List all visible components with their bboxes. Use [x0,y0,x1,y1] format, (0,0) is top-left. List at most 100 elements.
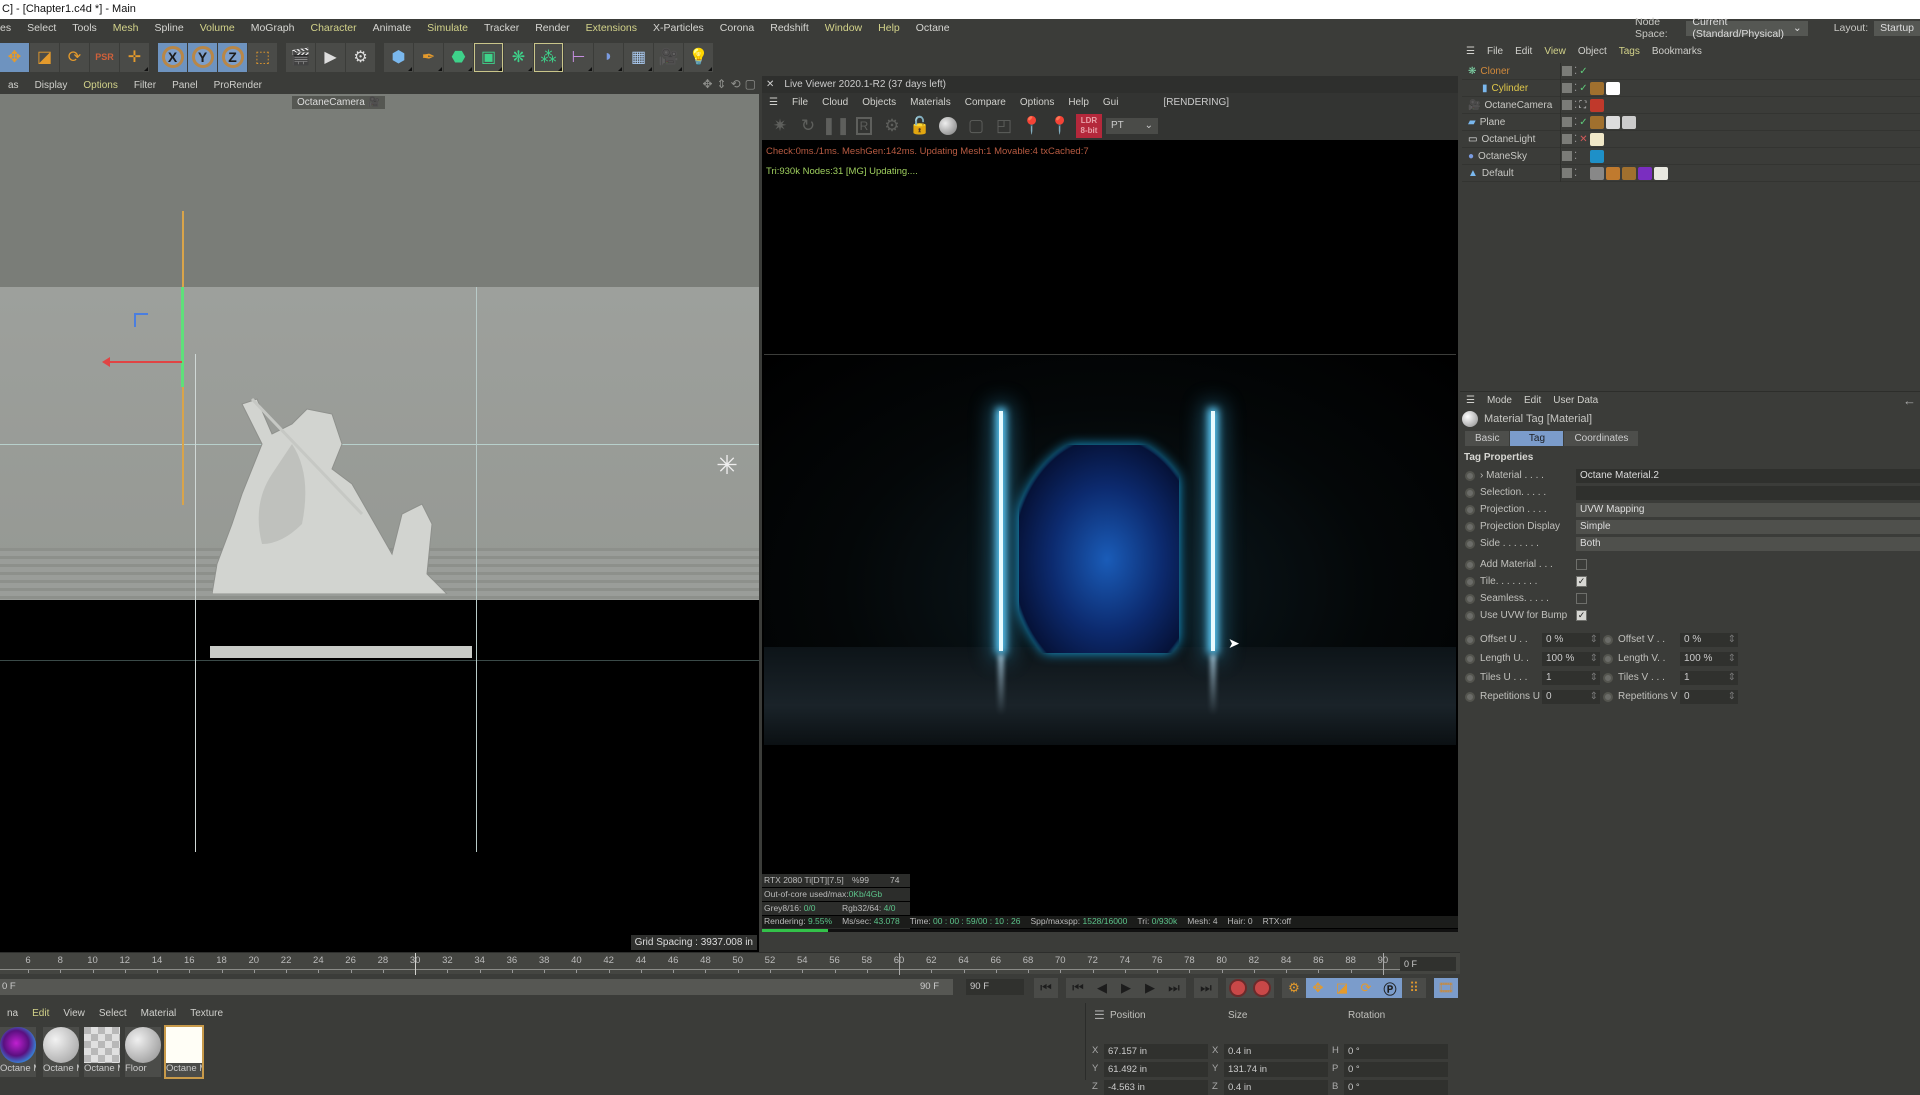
animate-radio[interactable] [1465,487,1475,498]
stepper-icon[interactable]: ⇕ [1728,671,1736,685]
material-swatch[interactable]: Floor [125,1027,161,1077]
position-field[interactable]: 61.492 in [1104,1062,1208,1077]
size-field[interactable]: 0.4 in [1224,1044,1328,1059]
key-rotation-button[interactable]: ⟳ [1354,978,1378,998]
y-axis-green[interactable] [181,287,184,387]
animate-radio[interactable] [1465,538,1475,549]
material-menu-na[interactable]: na [0,1008,25,1019]
material-picker-button[interactable]: 📍 [1048,114,1072,138]
checker-tag-icon[interactable] [1590,166,1604,180]
visibility-dots-icon[interactable]: ⁚ [1574,83,1577,94]
uv-number-field[interactable]: 100 % ⇕ [1680,651,1738,666]
menu-item-tracker[interactable]: Tracker [476,22,527,34]
attribute-menu-mode[interactable]: Mode [1481,395,1518,406]
disabled-cross-icon[interactable]: ✕ [1579,134,1587,145]
x-axis-handle[interactable] [108,361,182,363]
object-row[interactable]: ▭ OctaneLight ⁚ ✕ [1462,131,1920,148]
maximize-icon[interactable]: ▢ [745,77,756,91]
material-tag-icon[interactable] [1606,81,1620,95]
menu-item-octane[interactable]: Octane [908,22,958,34]
mograph-tag-icon[interactable] [1590,81,1604,95]
light-button[interactable]: 💡 [684,42,713,72]
symmetry-button[interactable]: ⊢ [564,42,593,72]
mograph-tag-icon[interactable] [1622,166,1636,180]
object-menu-tags[interactable]: Tags [1613,46,1646,57]
stepper-icon[interactable]: ⇕ [1590,671,1598,685]
object-menu-view[interactable]: View [1538,46,1572,57]
stepper-icon[interactable]: ⇕ [1590,652,1598,666]
material-tag-icon[interactable] [1654,166,1668,180]
floor-button[interactable]: ▦ [624,42,653,72]
viewport-menu-as[interactable]: as [0,80,27,91]
key-parameter-button[interactable]: Ⓟ [1378,978,1402,998]
menu-item-tools[interactable]: Tools [64,22,105,34]
kernel-dropdown[interactable]: PT ⌄ [1106,117,1158,134]
target-icon[interactable]: ⛶ [1579,100,1586,111]
live-viewer-render[interactable]: Check:0ms./1ms. MeshGen:142ms. Updating … [762,140,1458,932]
viewport-menu-filter[interactable]: Filter [126,80,164,91]
hamburger-menu-icon[interactable]: ☰ [1094,1008,1105,1022]
viewport-menu-display[interactable]: Display [27,80,76,91]
pause-button[interactable]: ❚❚ [822,114,851,138]
menu-item-select[interactable]: Select [19,22,64,34]
pen-button[interactable]: ✒ [414,42,443,72]
ldr-toggle-button[interactable]: LDR 8-bit [1076,113,1102,138]
live-viewer-menu-materials[interactable]: Materials [903,97,958,108]
hamburger-menu-icon[interactable]: ☰ [1460,46,1481,57]
cloner-button[interactable]: ❋ [504,42,533,72]
checkbox[interactable]: ✓ [1576,576,1587,587]
stepper-icon[interactable]: ⇕ [1590,690,1598,704]
object-row[interactable]: ▰ Plane ⁚ ✓ [1462,114,1920,131]
mograph-button[interactable]: ⁂ [534,42,563,72]
menu-item-xparticles[interactable]: X-Particles [645,22,712,34]
timeline-ruler[interactable]: 6810121416182022242628303234363840424446… [0,952,1460,975]
material-swatch[interactable]: Octane M [84,1027,120,1077]
coordinate-system-button[interactable]: ⬚ [248,42,277,72]
layout-dropdown[interactable]: Startup [1874,20,1920,36]
edit-visibility-icon[interactable] [1562,151,1572,161]
live-viewer-menu-options[interactable]: Options [1013,97,1061,108]
previous-frame-button[interactable]: ◀ [1090,978,1114,998]
checkbox[interactable] [1576,593,1587,604]
play-button[interactable]: ▶ [1114,978,1138,998]
object-row[interactable]: 🎥 OctaneCamera ⁚ ⛶ [1462,97,1920,114]
position-field[interactable]: -4.563 in [1104,1080,1208,1095]
property-field[interactable]: Both [1576,536,1920,551]
mograph-tag-icon[interactable] [1590,115,1604,129]
object-row[interactable]: ▲ Default ⁚ [1462,165,1920,182]
checkbox[interactable] [1576,559,1587,570]
timeline-window-button[interactable]: 🎞 [1434,978,1458,998]
autokey-button[interactable] [1250,978,1274,998]
viewport-menu-options[interactable]: Options [75,80,125,91]
rotation-field[interactable]: 0 ° [1344,1062,1448,1077]
live-viewer-menu-gui[interactable]: Gui [1096,97,1126,108]
material-menu-select[interactable]: Select [92,1008,134,1019]
camera-button[interactable]: 🎥 [654,42,683,72]
animate-radio[interactable] [1465,504,1475,515]
region-render-button[interactable]: ▢ [964,114,988,138]
uv-number-field[interactable]: 0 ⇕ [1542,689,1600,704]
rotation-field[interactable]: 0 ° [1344,1044,1448,1059]
go-to-end-button[interactable]: ⏭ [1194,978,1218,998]
viewport-menu-prorender[interactable]: ProRender [206,80,270,91]
node-space-dropdown[interactable]: Current (Standard/Physical) ⌄ [1686,16,1808,40]
visibility-dots-icon[interactable]: ⁚ [1574,66,1577,77]
object-row[interactable]: ❋ Cloner ⁚ ✓ [1462,63,1920,80]
animate-radio[interactable] [1603,672,1613,683]
uv-number-field[interactable]: 1 ⇕ [1542,670,1600,685]
material-tag-icon[interactable] [1622,115,1636,129]
visibility-dots-icon[interactable]: ⁚ [1574,100,1577,111]
material-swatch[interactable]: Octane M [164,1025,204,1079]
checkbox[interactable]: ✓ [1576,610,1587,621]
viewport-menu-panel[interactable]: Panel [164,80,206,91]
subdivision-button[interactable]: ⬣ [444,42,473,72]
animate-radio[interactable] [1465,610,1475,621]
film-region-button[interactable]: ◰ [992,114,1016,138]
edit-visibility-icon[interactable] [1562,83,1572,93]
material-tag-icon[interactable] [1606,115,1620,129]
enabled-check-icon[interactable]: ✓ [1579,66,1587,77]
close-icon[interactable]: ✕ [766,79,774,90]
uv-number-field[interactable]: 0 % ⇕ [1542,632,1600,647]
key-position-button[interactable]: ✥ [1306,978,1330,998]
render-settings-button[interactable]: ⚙ [346,42,375,72]
